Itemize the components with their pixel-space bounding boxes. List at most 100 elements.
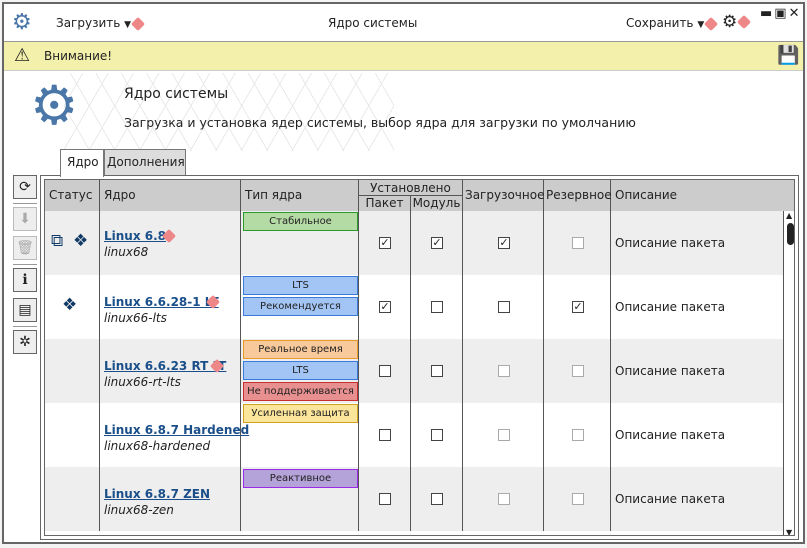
table-row[interactable]: Linux 6.6.23 RT LT linux66-rt-lts Реальное…	[45, 339, 783, 403]
col-module: Модуль	[411, 196, 463, 211]
kernel-name-link[interactable]: Linux 6.6.28-1 LT	[104, 295, 219, 309]
cell: Реактивное	[241, 467, 359, 531]
cell: ✓	[411, 211, 463, 275]
col-installed: Установлено	[359, 180, 463, 196]
module-checkbox[interactable]	[431, 365, 443, 377]
cell: ✓	[359, 275, 411, 339]
kernel-package-name: linux68	[104, 245, 149, 259]
divider	[13, 264, 37, 265]
tab-label: Дополнения	[107, 155, 185, 169]
package-checkbox[interactable]	[379, 493, 391, 505]
info-button[interactable]: ℹ	[13, 268, 37, 292]
cell	[359, 467, 411, 531]
settings-gear-icon[interactable]: ⚙	[722, 12, 752, 32]
reserve-checkbox[interactable]	[572, 429, 584, 441]
cell: Linux 6.6.23 RT LT linux66-rt-lts	[100, 339, 241, 403]
tab-kernel[interactable]: Ядро	[60, 149, 104, 177]
cell	[463, 467, 544, 531]
boot-checkbox[interactable]	[498, 301, 510, 313]
cell	[45, 467, 100, 531]
dropbox-icon: ❖	[73, 231, 89, 251]
kernel-name-link[interactable]: Linux 6.6.23 RT LT	[104, 359, 226, 373]
cell: Linux 6.8 linux68	[100, 211, 241, 275]
kernel-type-badge: Не поддерживается	[243, 382, 358, 401]
reserve-checkbox[interactable]: ✓	[572, 301, 584, 313]
description-text: Описание пакета	[615, 364, 726, 378]
package-checkbox[interactable]	[379, 365, 391, 377]
cell: ⧉ ❖	[45, 211, 100, 275]
cell: ✓	[359, 211, 411, 275]
reserve-checkbox[interactable]	[572, 237, 584, 249]
reserve-checkbox[interactable]	[572, 365, 584, 377]
package-checkbox[interactable]: ✓	[379, 237, 391, 249]
module-checkbox[interactable]	[431, 429, 443, 441]
kernel-name-link[interactable]: Linux 6.8.7 ZEN	[104, 487, 210, 501]
save-lock-icon[interactable]: 💾	[777, 45, 799, 66]
boot-checkbox[interactable]	[498, 429, 510, 441]
app-gears-icon: ⚙	[12, 10, 32, 35]
cell	[411, 403, 463, 467]
boot-checkbox[interactable]	[498, 365, 510, 377]
tab-label: Ядро	[67, 155, 99, 169]
scroll-down-icon[interactable]: ▼	[786, 528, 792, 535]
col-type: Тип ядра	[241, 180, 359, 211]
kernel-name-link[interactable]: Linux 6.8	[104, 229, 166, 243]
warning-icon: ⚠	[14, 45, 31, 66]
scroll-up-icon[interactable]: ▲	[786, 211, 792, 220]
cell	[463, 339, 544, 403]
scrollbar-thumb[interactable]	[787, 223, 794, 245]
cell: Linux 6.8.7 Hardened linux68-hardened	[100, 403, 249, 467]
description-text: Описание пакета	[615, 428, 726, 442]
settings-button[interactable]: ✲	[13, 330, 37, 354]
cell	[463, 275, 544, 339]
kernel-type-badge: Стабильное	[243, 212, 358, 231]
refresh-button[interactable]: ⟳	[13, 175, 37, 199]
page-subtitle: Загрузка и установка ядер системы, выбор…	[124, 115, 636, 130]
table-row[interactable]: ⧉ ❖ Linux 6.8 linux68 Стабильное ✓ ✓ ✓ Описание …	[45, 211, 783, 275]
load-label: Загрузить	[56, 16, 121, 30]
kernel-type-badge: LTS	[243, 361, 358, 380]
cell: Linux 6.6.28-1 LT linux66-lts	[100, 275, 241, 339]
install-button[interactable]: ⬇	[13, 207, 37, 231]
titlebar: ⚙ Загрузить ▼ Ядро системы Сохранить ▼ ⚙…	[4, 4, 803, 42]
vertical-scrollbar[interactable]: ▲ ▼	[783, 211, 794, 535]
minimize-icon[interactable]: ▬	[760, 6, 774, 21]
table-row[interactable]: ❖ Linux 6.6.28-1 LT linux66-lts LTS Рекоменд…	[45, 275, 783, 339]
description-text: Описание пакета	[615, 236, 726, 250]
boot-checkbox[interactable]	[498, 493, 510, 505]
boot-checkbox[interactable]: ✓	[498, 237, 510, 249]
tab-extras[interactable]: Дополнения	[104, 149, 186, 176]
app-window: ⚙ Загрузить ▼ Ядро системы Сохранить ▼ ⚙…	[2, 2, 805, 544]
module-checkbox[interactable]	[431, 301, 443, 313]
kernel-package-name: linux66-lts	[104, 311, 167, 325]
page-title: Ядро системы	[124, 86, 229, 102]
package-checkbox[interactable]	[379, 429, 391, 441]
kernel-type-badge: Реальное время	[243, 340, 358, 359]
module-checkbox[interactable]	[431, 493, 443, 505]
cell: ❖	[45, 275, 100, 339]
table-row[interactable]: Linux 6.8.7 Hardened linux68-hardened Усил…	[45, 403, 783, 467]
cell: Описание пакета	[611, 467, 783, 531]
description-text: Описание пакета	[615, 300, 726, 314]
reserve-checkbox[interactable]	[572, 493, 584, 505]
cell: Описание пакета	[611, 275, 783, 339]
delete-button[interactable]: 🗑	[13, 236, 37, 260]
close-icon[interactable]: ✕	[789, 6, 802, 21]
download-icon: ⬇	[19, 211, 31, 227]
load-menu-button[interactable]: Загрузить ▼	[56, 16, 146, 31]
cell: Linux 6.8.7 ZEN linux68-zen	[100, 467, 241, 531]
divider	[13, 326, 37, 327]
module-checkbox[interactable]: ✓	[431, 237, 443, 249]
cell: Описание пакета	[611, 339, 783, 403]
cell	[45, 403, 100, 467]
kernel-type-badge: Усиленная защита	[243, 404, 358, 423]
save-menu-button[interactable]: Сохранить ▼	[626, 16, 719, 31]
link-arrow-icon	[704, 16, 719, 31]
package-checkbox[interactable]: ✓	[379, 301, 391, 313]
kernel-type-badge: LTS	[243, 276, 358, 295]
kernel-name-link[interactable]: Linux 6.8.7 Hardened	[104, 423, 249, 437]
table-row[interactable]: Linux 6.8.7 ZEN linux68-zen Реактивное Опис…	[45, 467, 783, 531]
log-button[interactable]: ▤	[13, 298, 37, 322]
maximize-icon[interactable]: ▣	[774, 6, 788, 21]
cell	[544, 403, 611, 467]
